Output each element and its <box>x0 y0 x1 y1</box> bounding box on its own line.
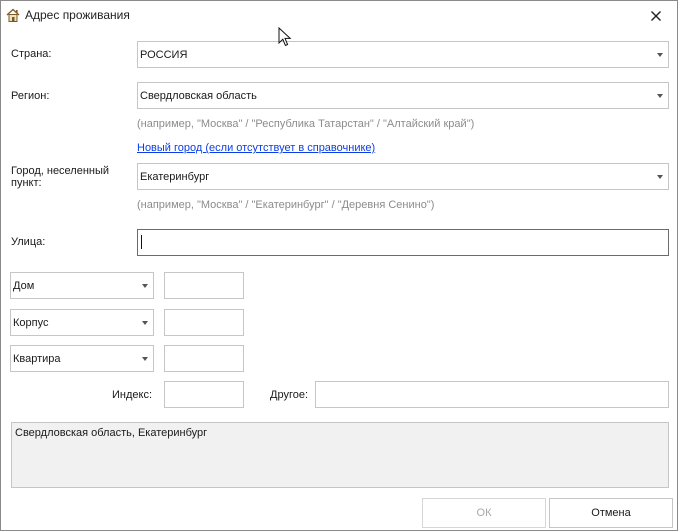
street-label: Улица: <box>11 236 46 248</box>
other-label: Другое: <box>270 389 309 401</box>
apartment-type-combo[interactable]: Квартира <box>10 345 154 372</box>
country-label: Страна: <box>11 48 52 60</box>
close-button[interactable] <box>641 5 671 27</box>
other-input[interactable] <box>315 381 669 408</box>
chevron-down-icon[interactable] <box>657 94 663 98</box>
chevron-down-icon[interactable] <box>142 284 148 288</box>
new-city-link[interactable]: Новый город (если отсутствует в справочн… <box>137 142 375 154</box>
city-label: Город, неселенный пункт: <box>11 165 110 189</box>
address-summary: Свердловская область, Екатеринбург <box>11 422 669 488</box>
region-label: Регион: <box>11 90 50 102</box>
title-bar: Адрес проживания <box>1 1 677 31</box>
index-label: Индекс: <box>112 389 153 401</box>
cancel-button[interactable]: Отмена <box>549 498 673 528</box>
chevron-down-icon[interactable] <box>142 357 148 361</box>
region-hint: (например, "Москва" / "Республика Татарс… <box>137 118 475 130</box>
chevron-down-icon[interactable] <box>657 53 663 57</box>
country-value: РОССИЯ <box>140 49 188 61</box>
city-value: Екатеринбург <box>140 171 210 183</box>
index-input[interactable] <box>164 381 244 408</box>
building-type-value: Корпус <box>13 317 49 329</box>
city-hint: (например, "Москва" / "Екатеринбург" / "… <box>137 199 435 211</box>
house-number-input[interactable] <box>164 272 244 299</box>
house-type-combo[interactable]: Дом <box>10 272 154 299</box>
close-icon <box>651 11 661 21</box>
building-type-combo[interactable]: Корпус <box>10 309 154 336</box>
chevron-down-icon[interactable] <box>142 321 148 325</box>
address-summary-text: Свердловская область, Екатеринбург <box>15 427 208 439</box>
building-number-input[interactable] <box>164 309 244 336</box>
apartment-number-input[interactable] <box>164 345 244 372</box>
house-type-value: Дом <box>13 280 35 292</box>
address-dialog: Адрес проживания Страна: РОССИЯ Регион: … <box>0 0 678 531</box>
text-caret <box>141 235 142 249</box>
city-combo[interactable]: Екатеринбург <box>137 163 669 190</box>
ok-button[interactable]: ОК <box>422 498 546 528</box>
region-value: Свердловская область <box>140 90 257 102</box>
window-title: Адрес проживания <box>25 8 130 22</box>
region-combo[interactable]: Свердловская область <box>137 82 669 109</box>
street-input[interactable] <box>137 229 669 256</box>
chevron-down-icon[interactable] <box>657 175 663 179</box>
house-icon <box>6 8 20 22</box>
mouse-pointer-icon <box>278 27 292 47</box>
country-combo[interactable]: РОССИЯ <box>137 41 669 68</box>
apartment-type-value: Квартира <box>13 353 61 365</box>
